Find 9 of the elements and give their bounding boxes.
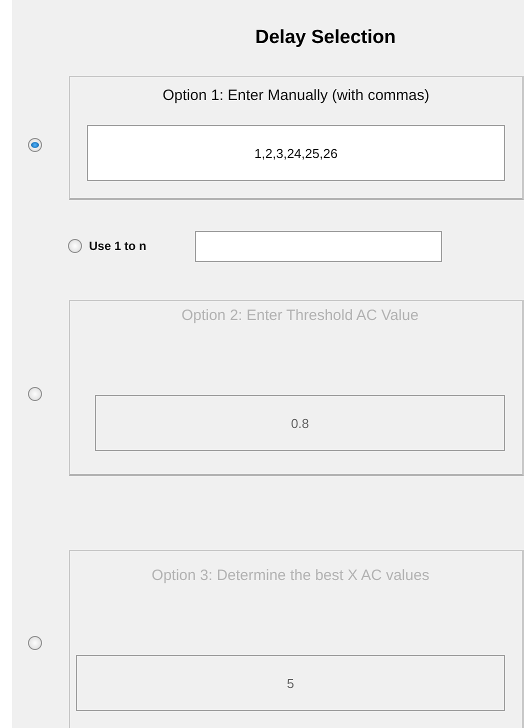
input-field[interactable] — [195, 230, 442, 262]
group-title: Option 2: Enter Threshold AC Value — [181, 307, 419, 325]
group-title: Option 3: Determine the best X AC values — [152, 567, 430, 585]
input-field[interactable]: 1,2,3,24,25,26 — [87, 125, 505, 181]
radio-button[interactable] — [68, 239, 82, 253]
radio-button[interactable] — [28, 138, 42, 152]
panel-title: Delay Selection — [255, 27, 396, 49]
group-title: Option 1: Enter Manually (with commas) — [162, 87, 430, 105]
radio-label: Use 1 to n — [89, 239, 148, 253]
